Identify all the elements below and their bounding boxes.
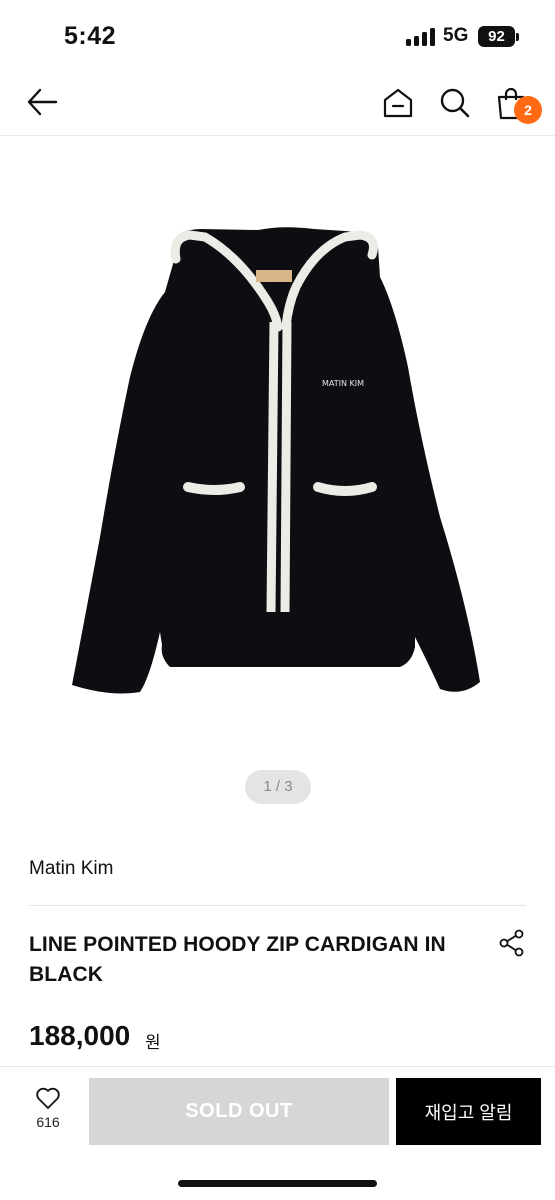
share-button[interactable] — [495, 926, 529, 960]
top-nav — [0, 70, 555, 136]
home-icon — [383, 88, 413, 118]
currency: 원 — [145, 1033, 161, 1052]
search-icon — [440, 88, 470, 118]
restock-alert-button[interactable]: 재입고 알림 — [396, 1078, 541, 1145]
search-button[interactable] — [433, 81, 477, 125]
signal-icon — [406, 28, 436, 46]
price: 188,000 — [29, 1020, 131, 1051]
battery-tip — [516, 33, 519, 41]
heart-icon — [36, 1087, 60, 1109]
status-time: 5:42 — [64, 22, 117, 50]
network-type: 5G — [443, 25, 469, 46]
back-button[interactable] — [20, 80, 64, 124]
image-pager: 1 / 3 — [245, 770, 311, 804]
divider — [29, 905, 526, 906]
cardigan-image: MATIN KIM — [72, 227, 480, 694]
status-bar: 5:42 5G 92 — [0, 0, 555, 70]
home-indicator — [178, 1180, 377, 1187]
svg-text:MATIN KIM: MATIN KIM — [322, 379, 364, 388]
wishlist-button[interactable]: 616 — [22, 1086, 74, 1146]
sold-out-button[interactable]: SOLD OUT — [89, 1078, 389, 1145]
battery-icon: 92 — [478, 26, 515, 47]
arrow-left-icon — [27, 88, 58, 116]
wishlist-count: 616 — [36, 1114, 60, 1130]
brand-name[interactable]: Matin Kim — [29, 858, 113, 880]
product-title: LINE POINTED HOODY ZIP CARDIGAN IN BLACK — [29, 933, 446, 986]
home-button[interactable] — [376, 81, 420, 125]
product-image[interactable]: MATIN KIM 1 / 3 — [0, 137, 555, 827]
cart-count-badge: 2 — [514, 96, 542, 124]
share-icon — [499, 929, 524, 957]
